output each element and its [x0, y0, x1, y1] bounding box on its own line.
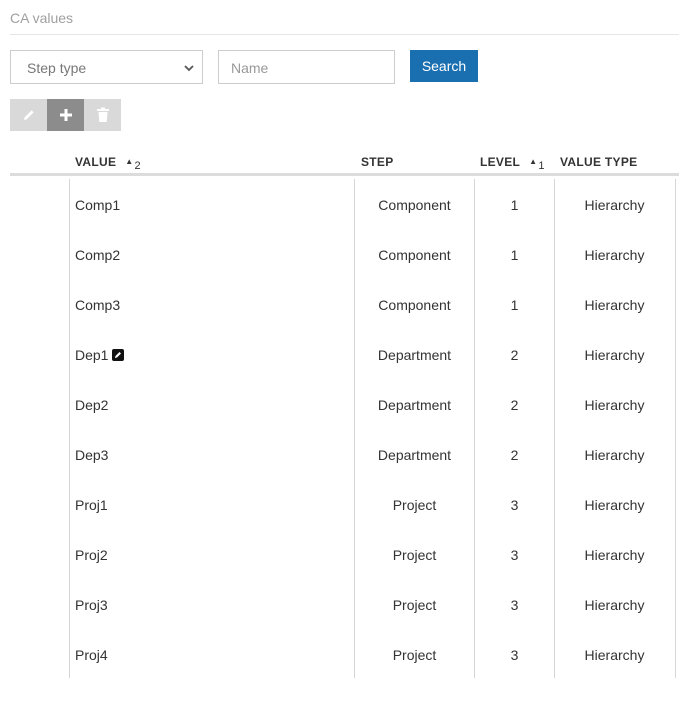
value-cell: Comp3	[75, 297, 121, 313]
edit-button[interactable]	[10, 99, 47, 131]
level-cell: 1	[510, 297, 519, 313]
value-cell: Comp1	[75, 197, 121, 213]
table-row[interactable]: Comp3 Component 1 Hierarchy	[10, 279, 679, 329]
step-cell: Project	[392, 647, 437, 663]
name-input-placeholder: Name	[231, 60, 269, 76]
table-row[interactable]: Dep2 Department 2 Hierarchy	[10, 379, 679, 429]
sort-ascending-icon: ▲	[125, 157, 134, 166]
add-button[interactable]	[47, 99, 84, 131]
level-cell: 2	[510, 347, 519, 363]
level-cell: 1	[510, 247, 519, 263]
trash-icon	[96, 107, 109, 122]
edit-note-icon[interactable]	[112, 349, 125, 361]
column-header-label: VALUE	[75, 155, 117, 169]
value-type-cell: Hierarchy	[584, 547, 645, 563]
table-row[interactable]: Proj1 Project 3 Hierarchy	[10, 479, 679, 529]
value-cell: Dep2	[75, 397, 109, 413]
value-cell: Proj4	[75, 647, 108, 663]
value-type-cell: Hierarchy	[584, 347, 645, 363]
column-header-value-type[interactable]: VALUE TYPE	[560, 155, 637, 169]
step-cell: Component	[378, 247, 451, 263]
name-input[interactable]: Name	[218, 50, 395, 84]
column-header-label: LEVEL	[480, 155, 521, 169]
step-cell: Department	[377, 347, 452, 363]
value-cell: Proj3	[75, 597, 108, 613]
step-cell: Project	[392, 497, 437, 513]
column-header-step[interactable]: STEP	[361, 155, 394, 169]
table-row[interactable]: Comp2 Component 1 Hierarchy	[10, 229, 679, 279]
table-row[interactable]: Proj2 Project 3 Hierarchy	[10, 529, 679, 579]
value-type-cell: Hierarchy	[584, 297, 645, 313]
value-type-cell: Hierarchy	[584, 647, 645, 663]
step-cell: Department	[377, 447, 452, 463]
step-type-select-value: Step type	[27, 60, 87, 76]
level-cell: 3	[510, 647, 519, 663]
value-cell: Comp2	[75, 247, 121, 263]
column-header-level[interactable]: LEVEL ▲1	[480, 155, 545, 172]
level-cell: 3	[510, 497, 519, 513]
sort-rank: 2	[134, 160, 141, 172]
page-title: CA values	[10, 10, 74, 26]
values-table: VALUE ▲2 STEP LEVEL ▲1 VALUE TYPE Comp1 Co…	[10, 148, 679, 708]
value-type-cell: Hierarchy	[584, 497, 645, 513]
level-cell: 2	[510, 447, 519, 463]
level-cell: 3	[510, 547, 519, 563]
value-type-cell: Hierarchy	[584, 597, 645, 613]
step-cell: Department	[377, 397, 452, 413]
table-row[interactable]: Proj4 Project 3 Hierarchy	[10, 629, 679, 679]
value-type-cell: Hierarchy	[584, 197, 645, 213]
step-cell: Project	[392, 547, 437, 563]
delete-button[interactable]	[84, 99, 121, 131]
value-type-cell: Hierarchy	[584, 397, 645, 413]
pencil-icon	[23, 110, 34, 120]
value-text: Dep1	[75, 347, 109, 363]
value-cell: Proj2	[75, 547, 108, 563]
table-row[interactable]: Dep1 Department 2 Hierarchy	[10, 329, 679, 379]
chevron-down-icon	[184, 65, 194, 72]
table-header: VALUE ▲2 STEP LEVEL ▲1 VALUE TYPE	[10, 148, 679, 176]
title-divider	[10, 34, 679, 35]
step-cell: Project	[392, 597, 437, 613]
level-cell: 3	[510, 597, 519, 613]
table-row[interactable]: Comp1 Component 1 Hierarchy	[10, 179, 679, 229]
step-type-select[interactable]: Step type	[10, 50, 203, 84]
table-row[interactable]: Proj3 Project 3 Hierarchy	[10, 579, 679, 629]
plus-icon	[59, 109, 72, 121]
value-cell: Dep1	[75, 347, 125, 363]
step-cell: Component	[378, 297, 451, 313]
column-header-value[interactable]: VALUE ▲2	[75, 155, 141, 172]
table-row[interactable]: Dep3 Department 2 Hierarchy	[10, 429, 679, 479]
column-header-label: STEP	[361, 155, 394, 169]
step-cell: Component	[378, 197, 451, 213]
level-cell: 1	[510, 197, 519, 213]
value-type-cell: Hierarchy	[584, 447, 645, 463]
value-cell: Dep3	[75, 447, 109, 463]
level-cell: 2	[510, 397, 519, 413]
sort-ascending-icon: ▲	[529, 157, 538, 166]
column-header-label: VALUE TYPE	[560, 155, 638, 169]
value-cell: Proj1	[75, 497, 108, 513]
search-button[interactable]: Search	[410, 50, 478, 82]
sort-rank: 1	[538, 160, 545, 172]
value-type-cell: Hierarchy	[584, 247, 645, 263]
